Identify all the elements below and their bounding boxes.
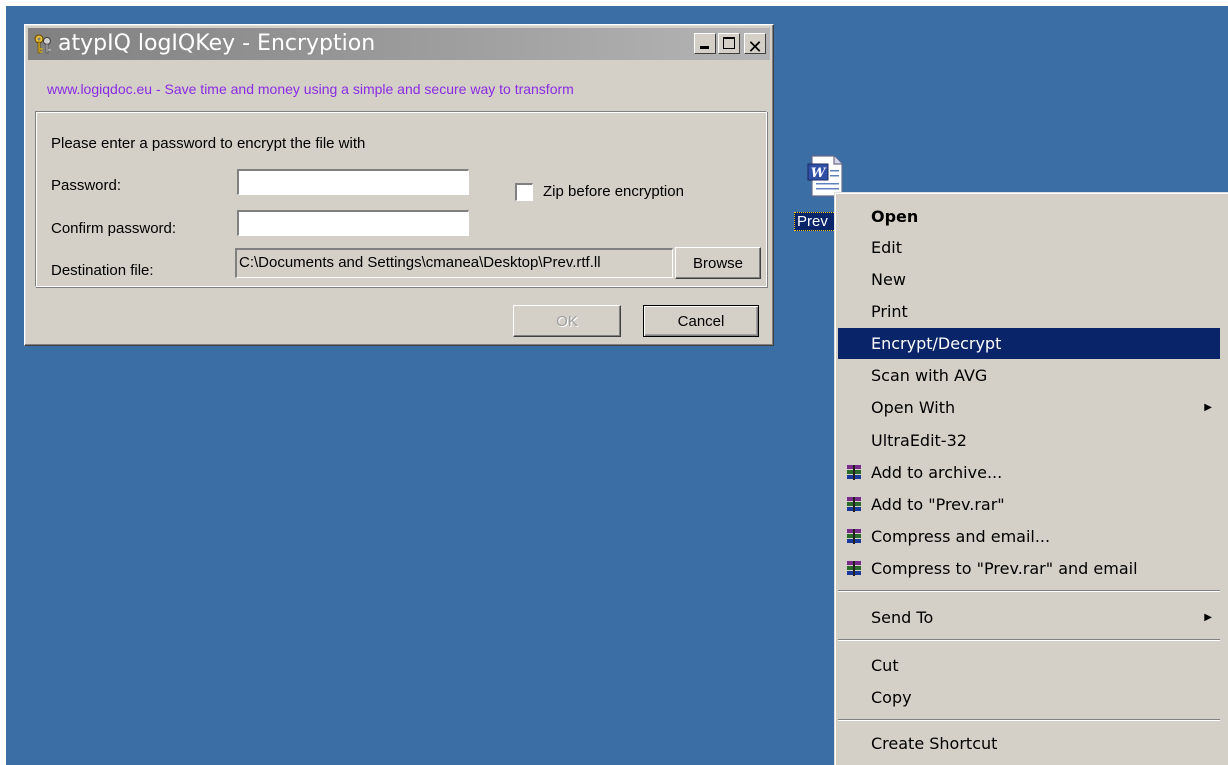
svg-text:W: W xyxy=(811,166,827,181)
menu-item-print[interactable]: Print xyxy=(838,296,1220,327)
context-menu: Open Edit New Print Encrypt/Decrypt Scan… xyxy=(834,192,1228,765)
cancel-button[interactable]: Cancel xyxy=(643,305,759,337)
zip-checkbox-label[interactable]: Zip before encryption xyxy=(543,183,684,200)
winrar-icon xyxy=(847,497,861,512)
menu-item-delete[interactable]: Delete xyxy=(838,756,1220,765)
confirm-password-label: Confirm password: xyxy=(51,220,177,237)
menu-separator xyxy=(838,639,1220,641)
menu-item-copy[interactable]: Copy xyxy=(838,682,1220,713)
ok-button[interactable]: OK xyxy=(513,305,621,337)
close-icon: ✕ xyxy=(747,37,763,58)
close-button[interactable]: ✕ xyxy=(744,33,766,58)
menu-item-new[interactable]: New xyxy=(838,264,1220,295)
menu-item-cut[interactable]: Cut xyxy=(838,650,1220,681)
menu-item-scan-avg[interactable]: Scan with AVG xyxy=(838,360,1220,391)
destination-file-label: Destination file: xyxy=(51,262,154,279)
minimize-button[interactable] xyxy=(694,33,716,54)
menu-item-encrypt-decrypt[interactable]: Encrypt/Decrypt xyxy=(838,328,1220,359)
destination-file-path: C:\Documents and Settings\cmanea\Desktop… xyxy=(239,254,601,271)
menu-item-ultraedit[interactable]: UltraEdit-32 xyxy=(838,425,1220,456)
submenu-arrow-icon: ▶ xyxy=(1204,402,1212,413)
desktop: atypIQ logIQKey - Encryption ✕ www.logiq… xyxy=(6,6,1228,765)
password-prompt: Please enter a password to encrypt the f… xyxy=(51,135,366,152)
maximize-button[interactable] xyxy=(718,33,740,54)
title-bar[interactable]: atypIQ logIQKey - Encryption ✕ xyxy=(28,28,770,60)
menu-item-create-shortcut[interactable]: Create Shortcut xyxy=(838,728,1220,759)
password-input[interactable] xyxy=(237,169,469,195)
menu-separator xyxy=(838,719,1220,721)
encryption-dialog: atypIQ logIQKey - Encryption ✕ www.logiq… xyxy=(24,24,774,346)
menu-item-add-prev-rar[interactable]: Add to "Prev.rar" xyxy=(838,489,1220,520)
confirm-password-input[interactable] xyxy=(237,210,469,236)
submenu-arrow-icon: ▶ xyxy=(1204,612,1212,623)
window-title: atypIQ logIQKey - Encryption xyxy=(58,31,376,56)
zip-checkbox[interactable] xyxy=(515,183,533,201)
menu-item-compress-email[interactable]: Compress and email... xyxy=(838,521,1220,552)
keys-icon xyxy=(34,34,51,54)
menu-separator xyxy=(838,590,1220,592)
menu-item-compress-prev-email[interactable]: Compress to "Prev.rar" and email xyxy=(838,553,1220,584)
password-label: Password: xyxy=(51,177,122,194)
winrar-icon xyxy=(847,529,861,544)
winrar-icon xyxy=(847,561,861,576)
menu-item-send-to[interactable]: Send To ▶ xyxy=(838,602,1220,633)
menu-item-open[interactable]: Open xyxy=(838,201,1220,232)
menu-item-add-archive[interactable]: Add to archive... xyxy=(838,457,1220,488)
menu-item-edit[interactable]: Edit xyxy=(838,232,1220,263)
destination-file-field[interactable]: C:\Documents and Settings\cmanea\Desktop… xyxy=(235,248,673,278)
browse-button[interactable]: Browse xyxy=(675,247,761,279)
winrar-icon xyxy=(847,465,861,480)
tagline-text: www.logiqdoc.eu - Save time and money us… xyxy=(47,81,574,97)
menu-item-open-with[interactable]: Open With ▶ xyxy=(838,392,1220,423)
